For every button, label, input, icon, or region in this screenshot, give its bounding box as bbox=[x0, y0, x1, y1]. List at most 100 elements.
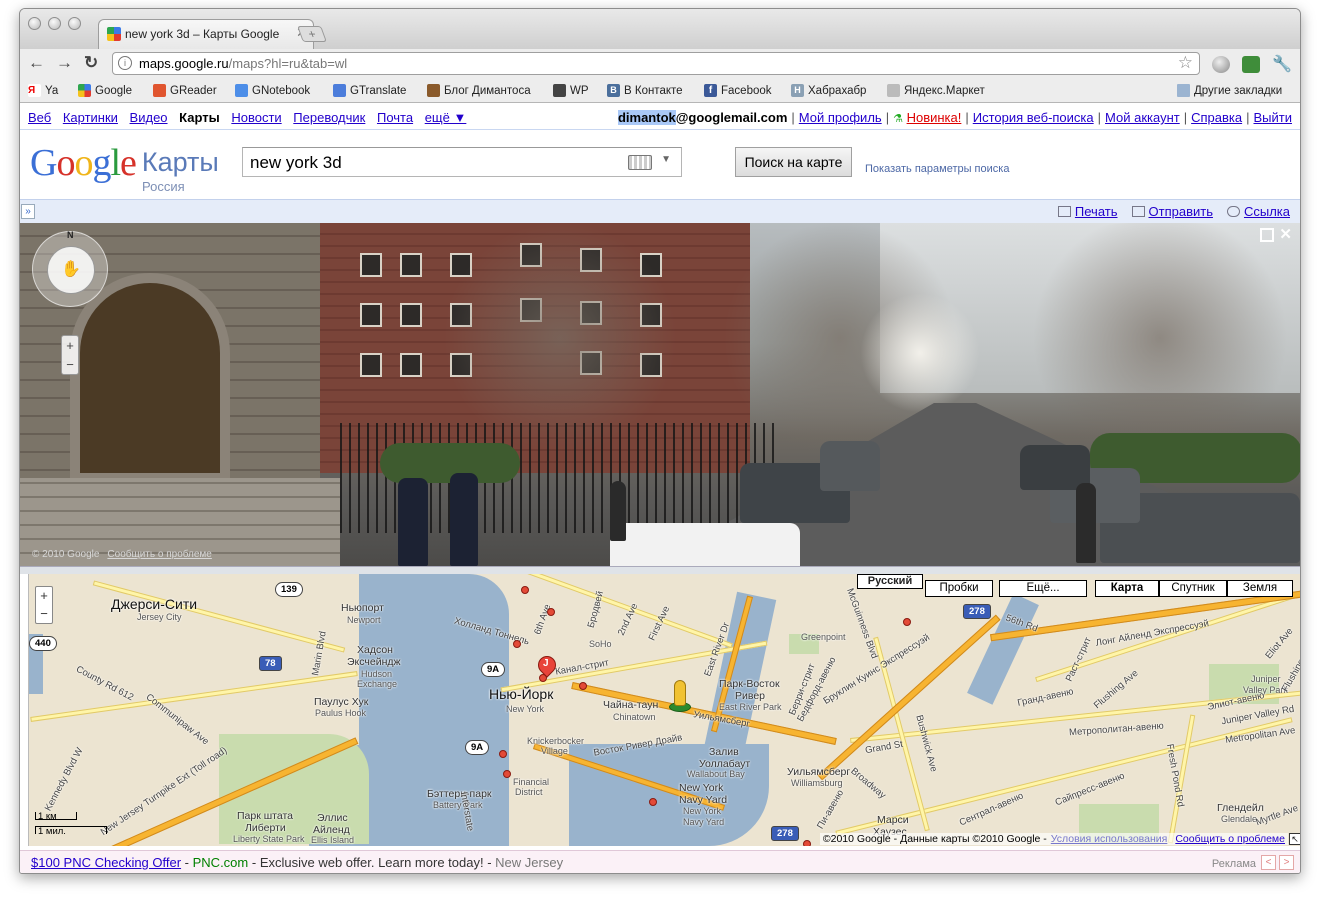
new-features-link[interactable]: Новинка! bbox=[907, 110, 962, 125]
traffic-button[interactable]: Пробки bbox=[925, 580, 993, 597]
bookmark-ya[interactable]: Я Ya bbox=[28, 84, 58, 97]
habrahabr-icon: H bbox=[791, 84, 804, 97]
logout-link[interactable]: Выйти bbox=[1254, 110, 1293, 125]
gbar-images-link[interactable]: Картинки bbox=[63, 110, 118, 125]
police-car bbox=[610, 523, 800, 566]
page-info-icon[interactable]: i bbox=[118, 56, 132, 70]
bookmark-gnotebook[interactable]: GNotebook bbox=[235, 84, 310, 97]
resize-corner-icon[interactable]: ↖ bbox=[1289, 833, 1300, 845]
close-window-button[interactable] bbox=[28, 17, 41, 30]
street-view-panorama[interactable]: N ✋ + − ✕ © 2010 Google Сообщить о проблем… bbox=[20, 223, 1300, 566]
print-action[interactable]: Печать bbox=[1057, 204, 1118, 219]
expand-panel-button[interactable]: » bbox=[21, 204, 35, 219]
other-bookmarks[interactable]: Другие закладки bbox=[1177, 84, 1282, 97]
bookmark-greader[interactable]: GReader bbox=[153, 84, 217, 97]
reload-icon[interactable]: ↻ bbox=[84, 53, 98, 73]
bookmark-blog[interactable]: Блог Димантоса bbox=[427, 84, 531, 97]
route-shield-278-north: 278 bbox=[963, 604, 991, 619]
bookmark-vkontakte[interactable]: BВ Контакте bbox=[607, 84, 683, 97]
keyboard-icon[interactable] bbox=[628, 155, 652, 170]
hand-pan-icon[interactable]: ✋ bbox=[47, 246, 95, 294]
gbar-translate-link[interactable]: Переводчик bbox=[293, 110, 365, 125]
new-tab-button[interactable]: + bbox=[297, 26, 327, 42]
logo-country: Россия bbox=[142, 179, 185, 194]
satellite-type-button[interactable]: Спутник bbox=[1159, 580, 1227, 597]
gbar-web-link[interactable]: Веб bbox=[28, 110, 51, 125]
web-history-link[interactable]: История веб-поиска bbox=[973, 110, 1094, 125]
zoom-window-button[interactable] bbox=[68, 17, 81, 30]
google-maps-logo[interactable]: Google Карты Россия bbox=[30, 141, 219, 194]
browser-toolbar: ← → ↻ i maps.google.ru/maps?hl=ru&tab=wl… bbox=[20, 49, 1300, 79]
google-icon bbox=[78, 84, 91, 97]
ad-text: Exclusive web offer. Learn more today! bbox=[259, 855, 484, 870]
panel-divider[interactable] bbox=[20, 566, 1300, 574]
search-input[interactable]: new york 3d ▼ bbox=[242, 147, 682, 177]
show-search-options-link[interactable]: Показать параметры поиска bbox=[865, 163, 1009, 175]
tab-title: new york 3d – Карты Google bbox=[125, 27, 280, 41]
gbar-mail-link[interactable]: Почта bbox=[377, 110, 413, 125]
street-view-copyright: © 2010 Google bbox=[32, 549, 100, 560]
browser-tab[interactable]: new york 3d – Карты Google ✕ bbox=[98, 19, 314, 49]
google-bar: Веб Картинки Видео Карты Новости Перевод… bbox=[20, 104, 1300, 130]
greader-icon bbox=[153, 84, 166, 97]
route-shield-440: 440 bbox=[29, 636, 57, 651]
gbar-video-link[interactable]: Видео bbox=[130, 110, 168, 125]
bookmark-gtranslate[interactable]: GTranslate bbox=[333, 84, 406, 97]
map-result-marker[interactable] bbox=[513, 640, 521, 648]
back-arrow-icon[interactable]: ← bbox=[28, 53, 45, 73]
chevron-down-icon[interactable]: ▼ bbox=[661, 154, 671, 165]
map-result-marker[interactable] bbox=[503, 770, 511, 778]
pegman-icon[interactable] bbox=[674, 680, 686, 706]
ad-location: New Jersey bbox=[495, 855, 564, 870]
url-path: /maps?hl=ru&tab=wl bbox=[228, 56, 348, 71]
map-zoom-control[interactable]: + − bbox=[35, 586, 53, 624]
ad-url[interactable]: PNC.com bbox=[193, 855, 249, 870]
map-result-marker[interactable] bbox=[521, 586, 529, 594]
bookmark-facebook[interactable]: f Facebook bbox=[704, 84, 772, 97]
my-profile-link[interactable]: Мой профиль bbox=[799, 110, 882, 125]
address-bar[interactable]: i maps.google.ru/maps?hl=ru&tab=wl ☆ bbox=[112, 52, 1200, 75]
map-result-marker[interactable] bbox=[499, 750, 507, 758]
map-result-marker[interactable] bbox=[547, 608, 555, 616]
street-view-navigation-control[interactable]: N ✋ bbox=[32, 230, 108, 307]
gbar-news-link[interactable]: Новости bbox=[231, 110, 281, 125]
extension-globe-icon[interactable] bbox=[1212, 56, 1230, 73]
bookmark-habrahabr[interactable]: H Хабрахабр bbox=[791, 84, 866, 97]
close-street-view-icon[interactable]: ✕ bbox=[1279, 225, 1292, 243]
street-view-report-link[interactable]: Сообщить о проблеме bbox=[107, 549, 211, 560]
gbar-more-link[interactable]: ещё ▼ bbox=[425, 110, 467, 125]
bookmark-google[interactable]: Google bbox=[78, 84, 132, 97]
maps-header: Google Карты Россия new york 3d ▼ Поиск н… bbox=[20, 131, 1300, 196]
map-result-marker[interactable] bbox=[803, 840, 811, 846]
map-language-label[interactable]: Русский bbox=[857, 574, 923, 589]
send-action[interactable]: Отправить bbox=[1131, 204, 1213, 219]
more-layers-button[interactable]: Ещё... bbox=[999, 580, 1087, 597]
street-view-zoom-control[interactable]: + − bbox=[61, 335, 79, 375]
route-shield-78: 78 bbox=[259, 656, 282, 671]
bookmark-yandex-market[interactable]: Яндекс.Маркет bbox=[887, 84, 985, 97]
earth-type-button[interactable]: Земля bbox=[1227, 580, 1293, 597]
fullscreen-icon[interactable] bbox=[1260, 228, 1274, 242]
route-shield-9a-south: 9A bbox=[465, 740, 490, 755]
map-result-marker[interactable] bbox=[903, 618, 911, 626]
google-map[interactable]: Джерси-Сити Jersey City Ньюпорт Newport … bbox=[28, 574, 1300, 846]
minimize-window-button[interactable] bbox=[48, 17, 61, 30]
my-account-link[interactable]: Мой аккаунт bbox=[1105, 110, 1180, 125]
link-action[interactable]: Ссылка bbox=[1226, 204, 1290, 219]
search-map-button[interactable]: Поиск на карте bbox=[735, 147, 852, 177]
map-result-marker[interactable] bbox=[579, 682, 587, 690]
map-result-marker[interactable] bbox=[649, 798, 657, 806]
ad-prev-icon[interactable]: < bbox=[1261, 855, 1276, 870]
wrench-icon[interactable]: 🔧 bbox=[1272, 54, 1292, 74]
ad-title-link[interactable]: $100 PNC Checking Offer bbox=[31, 855, 181, 870]
extension-evernote-icon[interactable] bbox=[1242, 56, 1260, 73]
terms-of-use-link[interactable]: Условия использования bbox=[1051, 833, 1168, 845]
help-link[interactable]: Справка bbox=[1191, 110, 1242, 125]
ad-next-icon[interactable]: > bbox=[1279, 855, 1294, 870]
bookmark-wp[interactable]: WP bbox=[553, 84, 589, 97]
forward-arrow-icon[interactable]: → bbox=[56, 53, 73, 73]
bookmark-star-icon[interactable]: ☆ bbox=[1178, 53, 1193, 73]
ad-label: Реклама bbox=[1211, 858, 1256, 870]
map-report-link[interactable]: Сообщить о проблеме bbox=[1175, 833, 1285, 845]
map-type-button[interactable]: Карта bbox=[1095, 580, 1159, 597]
